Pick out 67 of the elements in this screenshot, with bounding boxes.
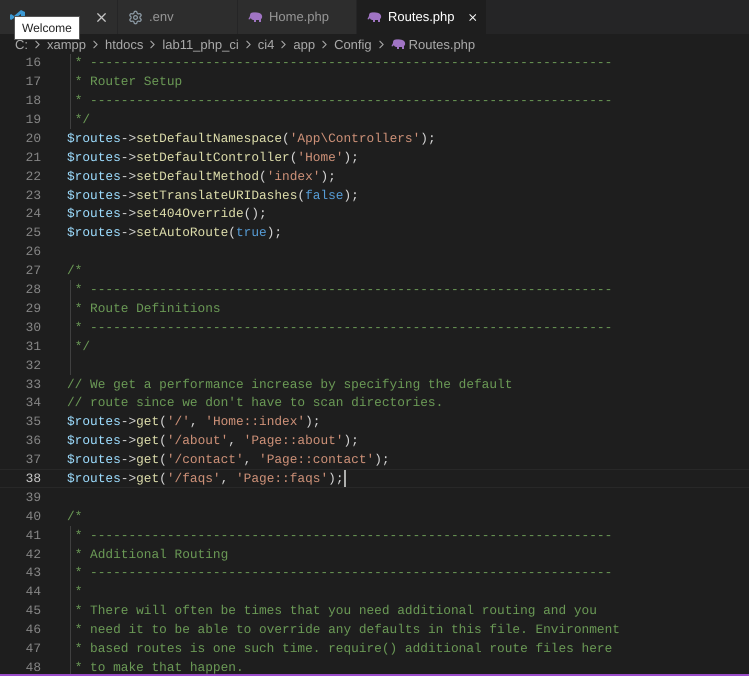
code-line: $routes->setTranslateURIDashes(false); xyxy=(67,186,359,205)
line-number: 27 xyxy=(24,262,41,280)
code-line: * -------------------------------------------------------------------- xyxy=(74,54,612,72)
line-number: 48 xyxy=(24,658,41,676)
code-line: */ xyxy=(74,338,90,356)
line-number: 28 xyxy=(24,281,41,300)
line-number: 30 xyxy=(24,318,41,337)
code-line: $routes->get('/faqs', 'Page::faqs'); xyxy=(67,470,344,488)
line-number: 37 xyxy=(24,451,41,470)
code-line: $routes->get('/about', 'Page::about'); xyxy=(67,432,359,450)
line-number: 22 xyxy=(24,168,41,186)
code-line: // We get a performance increase by specifying the default xyxy=(67,376,512,394)
line-number: 21 xyxy=(24,148,41,167)
code-line: */ xyxy=(74,111,90,130)
code-line: * need it to be able to override any defaults in this file. Environment xyxy=(74,621,620,640)
line-number: 47 xyxy=(24,640,41,658)
line-number: 33 xyxy=(24,376,41,394)
line-number: 23 xyxy=(24,186,41,205)
code-line: $routes->set404Override(); xyxy=(67,205,267,224)
line-number: 20 xyxy=(24,130,41,148)
line-number: 40 xyxy=(24,508,41,526)
code-line: * -------------------------------------------------------------------- xyxy=(74,318,612,337)
line-number: 35 xyxy=(24,413,41,432)
code-line: * to make that happen. xyxy=(74,658,244,676)
code-line: * -------------------------------------------------------------------- xyxy=(74,281,612,300)
line-number: 25 xyxy=(24,224,41,242)
code-line: * Router Setup xyxy=(74,73,182,92)
line-number: 24 xyxy=(24,205,41,224)
line-number: 42 xyxy=(24,546,41,564)
code-line: * -------------------------------------------------------------------- xyxy=(74,92,612,110)
code-line: $routes->get('/', 'Home::index'); xyxy=(67,413,320,432)
line-number: 36 xyxy=(24,432,41,450)
line-number: 19 xyxy=(24,111,41,130)
code-line: * -------------------------------------------------------------------- xyxy=(74,526,612,545)
code-line: * Additional Routing xyxy=(74,546,228,564)
line-number: 17 xyxy=(24,73,41,92)
line-number: 44 xyxy=(24,583,41,602)
line-number: 43 xyxy=(24,564,41,582)
line-number: 38 xyxy=(24,470,41,488)
code-line: * xyxy=(74,583,82,602)
code-line: * based routes is one such time. require() additional route files here xyxy=(74,640,612,658)
line-number: 31 xyxy=(24,338,41,356)
code-line: $routes->setDefaultMethod('index'); xyxy=(67,168,336,186)
line-number: 18 xyxy=(24,92,41,110)
line-number: 46 xyxy=(24,621,41,640)
line-number: 16 xyxy=(24,54,41,72)
code-line: * -------------------------------------------------------------------- xyxy=(74,564,612,582)
tab-label: Routes.php xyxy=(388,8,454,26)
tab-label: .env xyxy=(149,8,174,26)
code-line: // route since we don't have to scan directories. xyxy=(67,394,444,412)
code-line: /* xyxy=(67,262,82,280)
line-number: 39 xyxy=(24,488,41,507)
code-line: * There will often be times that you need additional routing and you xyxy=(74,602,597,620)
line-number: 41 xyxy=(24,526,41,545)
code-line: $routes->setAutoRoute(true); xyxy=(67,224,282,242)
line-number: 29 xyxy=(24,300,41,318)
code-line: $routes->setDefaultNamespace('App\Controllers'); xyxy=(67,130,436,148)
line-number: 32 xyxy=(24,356,41,375)
tooltip: Welcome xyxy=(14,16,80,40)
line-number: 26 xyxy=(24,243,41,262)
line-number: 34 xyxy=(24,394,41,412)
code-line: $routes->setDefaultController('Home'); xyxy=(67,148,359,167)
code-line: /* xyxy=(67,508,82,526)
tab-label: Home.php xyxy=(269,8,329,26)
code-line: * Route Definitions xyxy=(74,300,221,318)
line-number: 45 xyxy=(24,602,41,620)
code-line: $routes->get('/contact', 'Page::contact'); xyxy=(67,451,390,470)
